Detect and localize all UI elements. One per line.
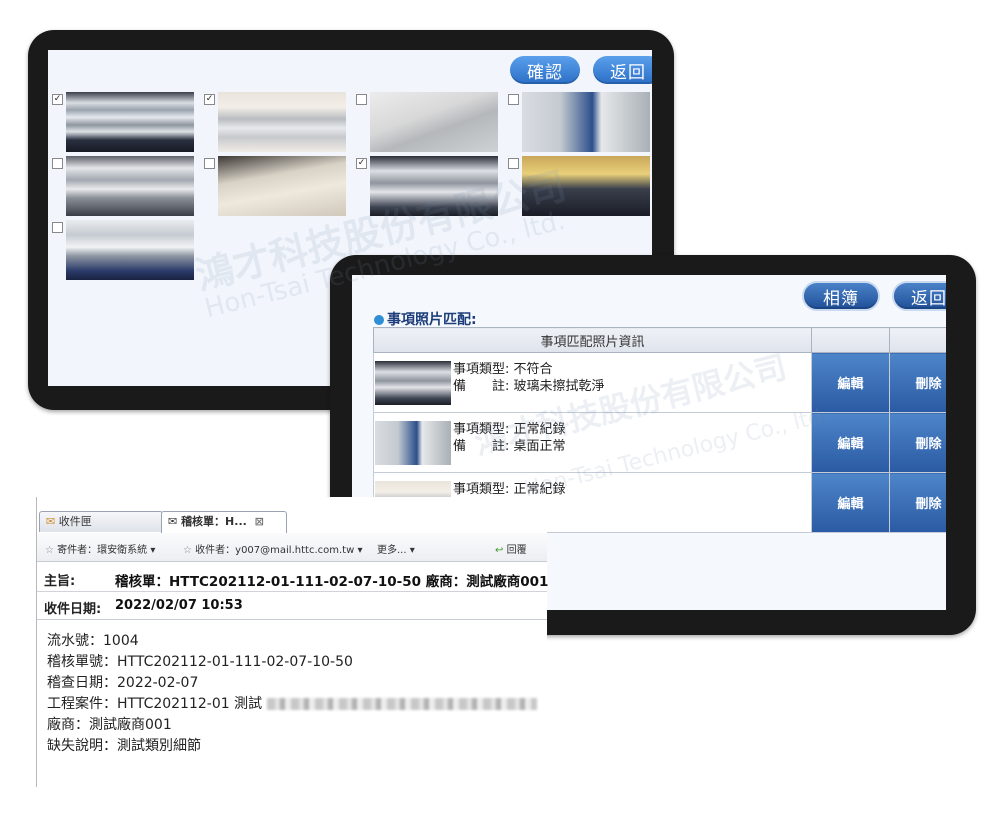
recipient-dropdown[interactable]: ☆ 收件者：y007@mail.httc.com.tw ▾	[183, 541, 362, 556]
photo-cell[interactable]	[50, 220, 198, 282]
reply-icon: ↩	[495, 545, 504, 556]
back-button[interactable]: 返回	[892, 281, 946, 311]
message-body: 流水號：1004 稽核單號：HTTC202112-01-111-02-07-10…	[47, 631, 537, 757]
edit-button[interactable]: 編輯	[811, 352, 890, 413]
tab-inbox-label: 收件匣	[58, 515, 92, 528]
date-row: 收件日期: 2022/02/07 10:53	[37, 593, 547, 620]
body-project: 工程案件：HTTC202112-01 測試	[47, 696, 263, 712]
photo-thumbnail[interactable]	[370, 156, 498, 216]
row-type: 事項類型: 正常紀錄	[453, 482, 566, 497]
message-toolbar: ☆ 寄件者：環安衛系統 ▾ ☆ 收件者：y007@mail.httc.com.t…	[37, 533, 547, 562]
photo-checkbox[interactable]: ✓	[52, 94, 63, 105]
tab-inbox[interactable]: ✉ 收件匣	[39, 511, 163, 532]
photo-checkbox[interactable]	[52, 222, 63, 233]
photo-cell[interactable]: ✓	[354, 156, 502, 218]
row-info-cell: 事項類型: 不符合備 註: 玻璃未擦拭乾淨	[373, 352, 812, 413]
row-photo-thumbnail[interactable]	[375, 421, 451, 465]
more-dropdown[interactable]: 更多... ▾	[377, 541, 415, 556]
photo-thumbnail[interactable]	[218, 92, 346, 152]
photo-thumbnail[interactable]	[66, 156, 194, 216]
photo-thumbnail[interactable]	[218, 156, 346, 216]
delete-button[interactable]: 刪除	[889, 352, 946, 413]
edit-button[interactable]: 編輯	[811, 412, 890, 473]
subject-value: 稽核單：HTTC202112-01-111-02-07-10-50 廠商：測試廠…	[115, 574, 549, 590]
photo-checkbox[interactable]: ✓	[356, 158, 367, 169]
star-icon: ☆	[183, 545, 192, 556]
share-icon	[374, 315, 384, 325]
sender-label: 寄件者：環安衛系統	[57, 545, 148, 556]
photo-cell[interactable]	[50, 156, 198, 218]
body-vendor: 廠商：測試廠商001	[47, 717, 172, 733]
row-note: 備 註: 玻璃未擦拭乾淨	[453, 379, 605, 394]
tab-bar: ✉ 收件匣 ✉ 稽核單：H... ⊠	[37, 507, 547, 534]
row-info-cell: 事項類型: 正常紀錄備 註: 桌面正常	[373, 412, 812, 473]
date-label: 收件日期:	[44, 602, 102, 617]
date-value: 2022/02/07 10:53	[115, 598, 243, 613]
section-title-text: 事項照片匹配:	[387, 312, 477, 328]
table-header: 事項匹配照片資訊	[373, 327, 812, 353]
body-serial: 流水號：1004	[47, 633, 139, 649]
row-text: 事項類型: 正常紀錄	[453, 481, 566, 498]
photo-thumbnail[interactable]	[66, 220, 194, 280]
recipient-label: 收件者：y007@mail.httc.com.tw	[195, 545, 355, 556]
table-row: 事項類型: 正常紀錄備 註: 桌面正常 編輯 刪除	[373, 412, 946, 473]
back-button[interactable]: 返回	[593, 56, 652, 84]
photo-cell[interactable]	[354, 92, 502, 154]
body-defect: 缺失說明：測試類別細節	[47, 738, 201, 754]
album-button[interactable]: 相簿	[802, 281, 880, 311]
body-audit-date: 稽查日期：2022-02-07	[47, 675, 199, 691]
photo-cell[interactable]	[506, 92, 652, 154]
photo-checkbox[interactable]	[52, 158, 63, 169]
photo-thumbnail[interactable]	[522, 156, 650, 216]
reply-button[interactable]: ↩ 回覆	[495, 541, 527, 556]
table-header-delete	[889, 327, 946, 353]
body-project-line: 工程案件：HTTC202112-01 測試	[47, 694, 537, 715]
photo-cell[interactable]	[202, 156, 350, 218]
delete-button[interactable]: 刪除	[889, 412, 946, 473]
row-text: 事項類型: 不符合備 註: 玻璃未擦拭乾淨	[453, 361, 605, 395]
reply-label: 回覆	[506, 545, 527, 556]
photo-cell[interactable]: ✓	[202, 92, 350, 154]
row-text: 事項類型: 正常紀錄備 註: 桌面正常	[453, 421, 566, 455]
row-photo-thumbnail[interactable]	[375, 361, 451, 405]
row-note: 備 註: 桌面正常	[453, 439, 566, 454]
subject-row: 主旨: 稽核單：HTTC202112-01-111-02-07-10-50 廠商…	[37, 565, 549, 592]
photo-cell[interactable]: ✓	[50, 92, 198, 154]
photo-checkbox[interactable]	[508, 94, 519, 105]
photo-thumbnail[interactable]	[522, 92, 650, 152]
photo-checkbox[interactable]: ✓	[204, 94, 215, 105]
sender-dropdown[interactable]: ☆ 寄件者：環安衛系統 ▾	[45, 541, 155, 556]
star-icon: ☆	[45, 545, 54, 556]
inbox-icon: ✉	[46, 515, 56, 528]
row-type: 事項類型: 不符合	[453, 362, 553, 377]
table-header-edit	[811, 327, 890, 353]
email-window: ✉ 收件匣 ✉ 稽核單：H... ⊠ ☆ 寄件者：環安衛系統 ▾ ☆ 收件者：y…	[36, 497, 549, 787]
photo-checkbox[interactable]	[356, 94, 367, 105]
redacted-text	[266, 698, 537, 710]
subject-label: 主旨:	[44, 574, 76, 589]
photo-thumbnail[interactable]	[66, 92, 194, 152]
confirm-button[interactable]: 確認	[510, 56, 580, 84]
delete-button[interactable]: 刪除	[889, 472, 946, 533]
section-title: 事項照片匹配:	[374, 309, 477, 329]
photo-cell[interactable]	[506, 156, 652, 218]
body-audit-number: 稽核單號：HTTC202112-01-111-02-07-10-50	[47, 654, 353, 670]
edit-button[interactable]: 編輯	[811, 472, 890, 533]
row-type: 事項類型: 正常紀錄	[453, 422, 566, 437]
photo-thumbnail[interactable]	[370, 92, 498, 152]
table-row: 事項類型: 不符合備 註: 玻璃未擦拭乾淨 編輯 刪除	[373, 352, 946, 413]
photo-checkbox[interactable]	[204, 158, 215, 169]
tab-current-message[interactable]: ✉ 稽核單：H... ⊠	[161, 511, 287, 533]
tab-current-label: 稽核單：H...	[181, 515, 247, 528]
close-icon[interactable]: ⊠	[255, 515, 264, 528]
more-label: 更多...	[377, 545, 407, 556]
mail-icon: ✉	[168, 515, 178, 528]
photo-checkbox[interactable]	[508, 158, 519, 169]
